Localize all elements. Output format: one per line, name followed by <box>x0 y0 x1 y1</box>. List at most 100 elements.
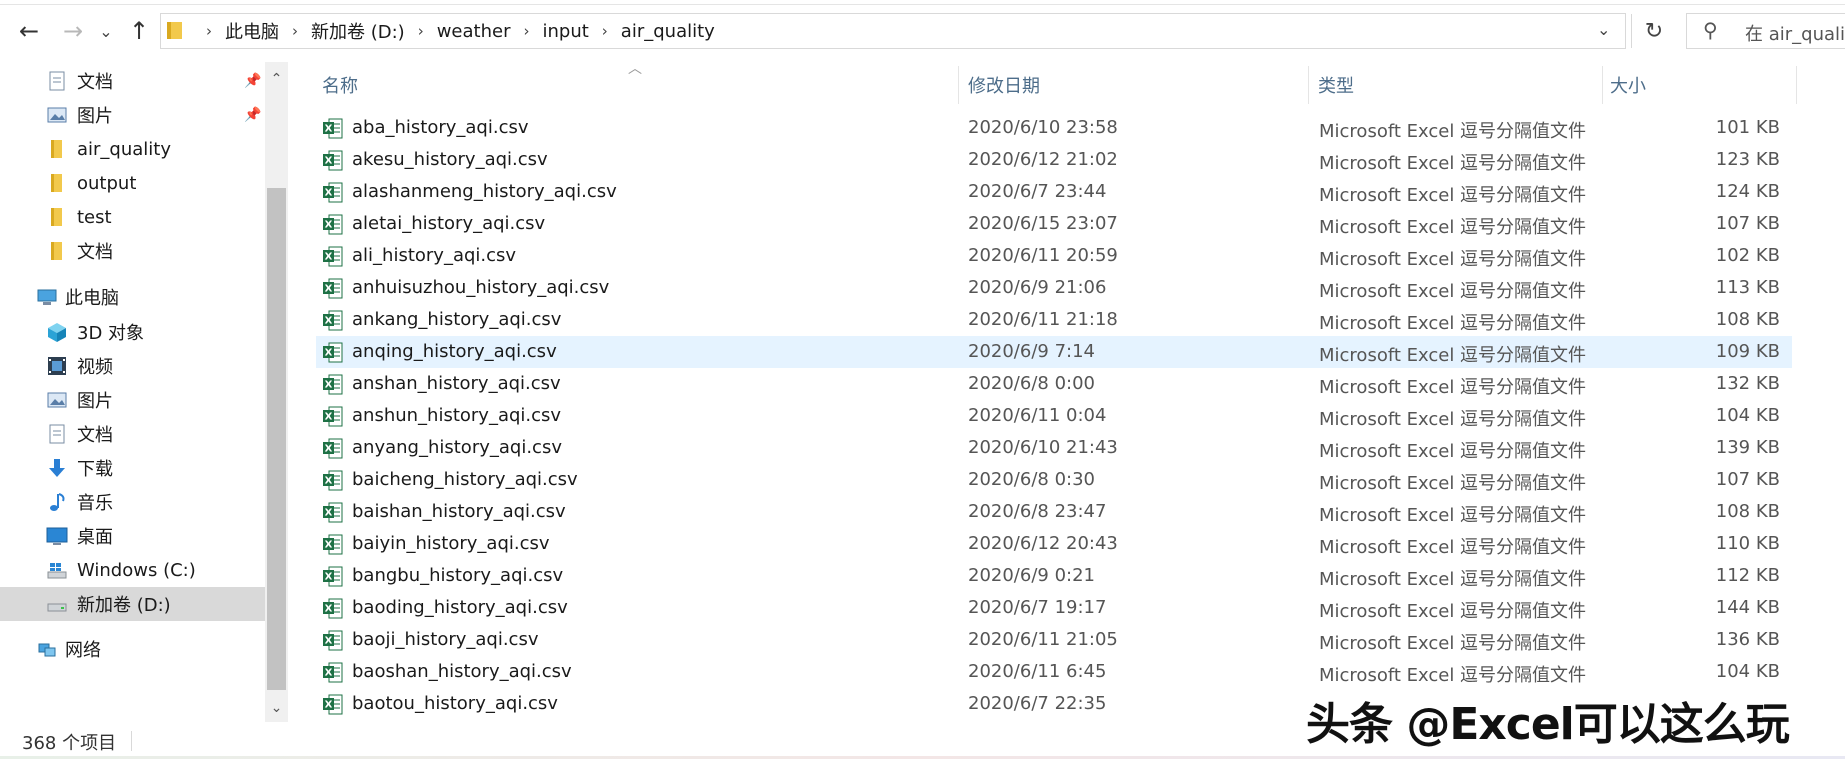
breadcrumb-weather[interactable]: weather <box>437 21 511 42</box>
svg-text:X: X <box>325 380 333 391</box>
nav-item-3d-objects[interactable]: 3D 对象 <box>0 315 265 349</box>
excel-file-icon: X <box>323 182 343 203</box>
nav-item-videos[interactable]: 视频 <box>0 349 265 383</box>
file-type: Microsoft Excel 逗号分隔值文件 <box>1319 633 1587 654</box>
file-row[interactable]: Xbaishan_history_aqi.csv 2020/6/8 23:47 Mi… <box>316 496 1792 528</box>
svg-text:X: X <box>325 412 333 423</box>
excel-file-icon: X <box>323 118 343 139</box>
file-date: 2020/6/11 21:18 <box>968 309 1118 330</box>
pin-icon[interactable]: 📌 <box>244 73 261 89</box>
nav-label: 此电脑 <box>65 288 119 309</box>
file-date: 2020/6/12 20:43 <box>968 533 1118 554</box>
nav-label: 网络 <box>65 640 101 661</box>
back-button[interactable]: ← <box>14 16 44 46</box>
refresh-button[interactable]: ↻ <box>1631 14 1676 48</box>
nav-item-music[interactable]: 音乐 <box>0 485 265 519</box>
scroll-up-arrow-icon[interactable]: ⌃ <box>265 62 288 96</box>
chevron-right-icon[interactable]: › <box>206 22 212 40</box>
nav-item-downloads[interactable]: 下载 <box>0 451 265 485</box>
file-row[interactable]: Xanshan_history_aqi.csv 2020/6/8 0:00 Micr… <box>316 368 1792 400</box>
nav-item-drive-d[interactable]: 新加卷 (D:) <box>0 587 265 621</box>
column-header-type[interactable]: 类型 <box>1318 66 1354 104</box>
scrollbar-thumb[interactable] <box>267 188 286 690</box>
excel-file-icon: X <box>323 406 343 427</box>
file-size: 104 KB <box>1715 661 1780 682</box>
column-header-name[interactable]: 名称 <box>322 66 358 104</box>
file-row[interactable]: Xbangbu_history_aqi.csv 2020/6/9 0:21 Micr… <box>316 560 1792 592</box>
file-date: 2020/6/12 21:02 <box>968 149 1118 170</box>
document-icon <box>49 71 65 91</box>
file-size: 107 KB <box>1715 469 1780 490</box>
file-row[interactable]: Xanyang_history_aqi.csv 2020/6/10 21:43 Mi… <box>316 432 1792 464</box>
breadcrumb-air-quality[interactable]: air_quality <box>621 21 715 42</box>
nav-item-windows-c[interactable]: Windows (C:) <box>0 553 265 587</box>
file-row[interactable]: Xaba_history_aqi.csv 2020/6/10 23:58 Micro… <box>316 112 1792 144</box>
nav-item-output[interactable]: output <box>0 166 265 200</box>
svg-text:X: X <box>325 252 333 263</box>
file-row[interactable]: Xbaoji_history_aqi.csv 2020/6/11 21:05 Mic… <box>316 624 1792 656</box>
file-row[interactable]: Xalashanmeng_history_aqi.csv 2020/6/7 23:… <box>316 176 1792 208</box>
nav-item-desktop[interactable]: 桌面 <box>0 519 265 553</box>
breadcrumb-input[interactable]: input <box>542 21 588 42</box>
column-divider[interactable] <box>1602 66 1603 104</box>
nav-item-documents-folder[interactable]: 文档 <box>0 234 265 268</box>
file-row[interactable]: Xali_history_aqi.csv 2020/6/11 20:59 Micro… <box>316 240 1792 272</box>
chevron-right-icon[interactable]: › <box>418 22 424 40</box>
excel-file-icon: X <box>323 598 343 619</box>
file-row[interactable]: Xankang_history_aqi.csv 2020/6/11 21:18 Mi… <box>316 304 1792 336</box>
file-name: baicheng_history_aqi.csv <box>352 469 578 490</box>
excel-file-icon: X <box>323 534 343 555</box>
chevron-right-icon[interactable]: › <box>292 22 298 40</box>
column-divider[interactable] <box>1796 66 1797 104</box>
recent-locations-dropdown[interactable]: ⌄ <box>96 16 116 46</box>
search-box[interactable]: ⚲ 在 air_quali <box>1686 13 1845 49</box>
address-bar[interactable]: › 此电脑 › 新加卷 (D:) › weather › input › air… <box>160 13 1663 49</box>
scroll-down-arrow-icon[interactable]: ⌄ <box>265 696 288 720</box>
file-row[interactable]: Xaletai_history_aqi.csv 2020/6/15 23:07 Mi… <box>316 208 1792 240</box>
file-date: 2020/6/9 21:06 <box>968 277 1107 298</box>
column-header-date[interactable]: 修改日期 <box>968 66 1040 104</box>
nav-item-documents-pinned[interactable]: 文档 📌 <box>0 64 265 98</box>
svg-text:X: X <box>325 188 333 199</box>
pin-icon[interactable]: 📌 <box>244 107 261 123</box>
file-row[interactable]: Xbaiyin_history_aqi.csv 2020/6/12 20:43 Mi… <box>316 528 1792 560</box>
excel-file-icon: X <box>323 342 343 363</box>
nav-item-documents[interactable]: 文档 <box>0 417 265 451</box>
file-date: 2020/6/7 23:44 <box>968 181 1107 202</box>
nav-item-air-quality[interactable]: air_quality <box>0 132 265 166</box>
column-header-size[interactable]: 大小 <box>1610 66 1646 104</box>
breadcrumb-drive-d[interactable]: 新加卷 (D:) <box>311 18 405 44</box>
file-name: bangbu_history_aqi.csv <box>352 565 564 586</box>
file-row[interactable]: Xakesu_history_aqi.csv 2020/6/12 21:02 Mic… <box>316 144 1792 176</box>
forward-button[interactable]: → <box>58 16 88 46</box>
svg-text:X: X <box>325 540 333 551</box>
nav-item-pictures-pinned[interactable]: 图片 📌 <box>0 98 265 132</box>
file-name: aletai_history_aqi.csv <box>352 213 546 234</box>
file-row[interactable]: Xbaoding_history_aqi.csv 2020/6/7 19:17 Mi… <box>316 592 1792 624</box>
chevron-down-icon[interactable]: ⌄ <box>1597 20 1610 39</box>
status-divider <box>131 731 132 751</box>
breadcrumb-this-pc[interactable]: 此电脑 <box>225 18 279 44</box>
up-button[interactable]: ↑ <box>124 16 154 46</box>
chevron-right-icon[interactable]: › <box>602 22 608 40</box>
file-size: 136 KB <box>1715 629 1780 650</box>
file-row[interactable]: Xanhuisuzhou_history_aqi.csv 2020/6/9 21:… <box>316 272 1792 304</box>
nav-item-test[interactable]: test <box>0 200 265 234</box>
file-date: 2020/6/11 0:04 <box>968 405 1107 426</box>
file-row[interactable]: Xanqing_history_aqi.csv 2020/6/9 7:14 Micr… <box>316 336 1792 368</box>
nav-item-network[interactable]: 网络 <box>0 632 265 666</box>
nav-item-this-pc[interactable]: 此电脑 <box>0 280 265 314</box>
chevron-right-icon[interactable]: › <box>523 22 529 40</box>
file-date: 2020/6/11 20:59 <box>968 245 1118 266</box>
nav-item-pictures[interactable]: 图片 <box>0 383 265 417</box>
excel-file-icon: X <box>323 278 343 299</box>
file-date: 2020/6/11 6:45 <box>968 661 1107 682</box>
file-row[interactable]: Xbaoshan_history_aqi.csv 2020/6/11 6:45 Mi… <box>316 656 1792 688</box>
navigation-scrollbar[interactable]: ⌃ ⌄ <box>265 62 288 722</box>
file-row[interactable]: Xbaicheng_history_aqi.csv 2020/6/8 0:30 Mi… <box>316 464 1792 496</box>
svg-text:X: X <box>325 668 333 679</box>
file-size: 101 KB <box>1715 117 1780 138</box>
file-row[interactable]: Xanshun_history_aqi.csv 2020/6/11 0:04 Mic… <box>316 400 1792 432</box>
column-divider[interactable] <box>958 66 959 104</box>
column-divider[interactable] <box>1308 66 1309 104</box>
